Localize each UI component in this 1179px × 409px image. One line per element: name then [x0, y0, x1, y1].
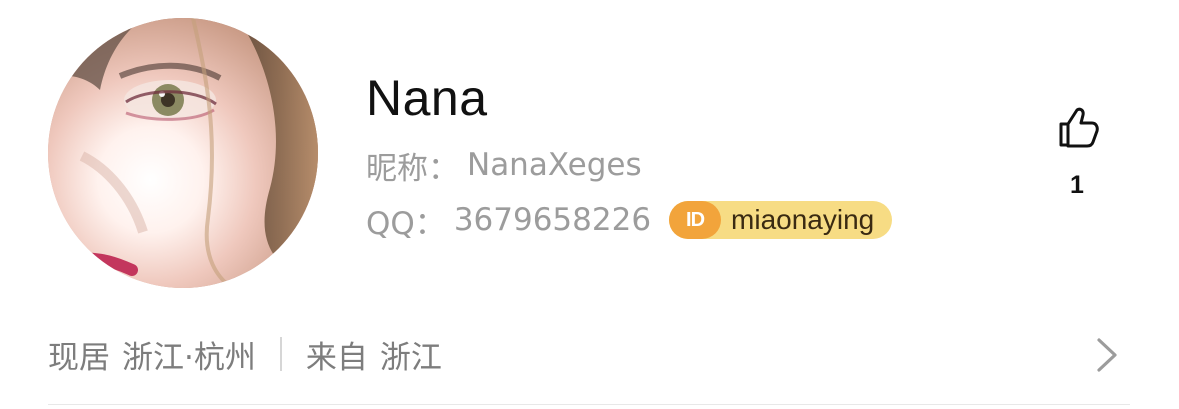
id-handle: miaonaying — [731, 204, 875, 235]
nickname-value: NanaXeges — [467, 147, 642, 183]
current-location-value: 浙江·杭州 — [122, 339, 256, 376]
location-row[interactable]: 现居 浙江·杭州 来自 浙江 — [48, 330, 442, 378]
profile-name: Nana — [366, 70, 488, 126]
hometown-label: 来自 — [305, 339, 368, 376]
id-icon: ID — [669, 201, 722, 239]
hometown-value: 浙江 — [379, 339, 442, 376]
current-location-label: 现居 — [48, 339, 110, 376]
thumbs-up-icon — [1059, 107, 1099, 148]
nickname-label: 昵称： — [366, 150, 459, 187]
chevron-right-icon[interactable] — [1093, 336, 1121, 374]
qq-number: 3679658226 — [453, 202, 652, 238]
qq-row: QQ： 3679658226 ID miaonaying — [366, 201, 893, 242]
bottom-divider — [48, 404, 1130, 405]
avatar-photo — [48, 18, 318, 288]
nickname-row: 昵称： NanaXeges — [366, 146, 642, 187]
id-badge[interactable]: ID miaonaying — [669, 201, 893, 239]
like-count: 1 — [1070, 171, 1084, 199]
location-separator — [279, 337, 282, 371]
qq-label: QQ： — [366, 205, 446, 242]
avatar[interactable] — [48, 18, 318, 288]
like-button[interactable]: 1 — [1046, 103, 1108, 213]
